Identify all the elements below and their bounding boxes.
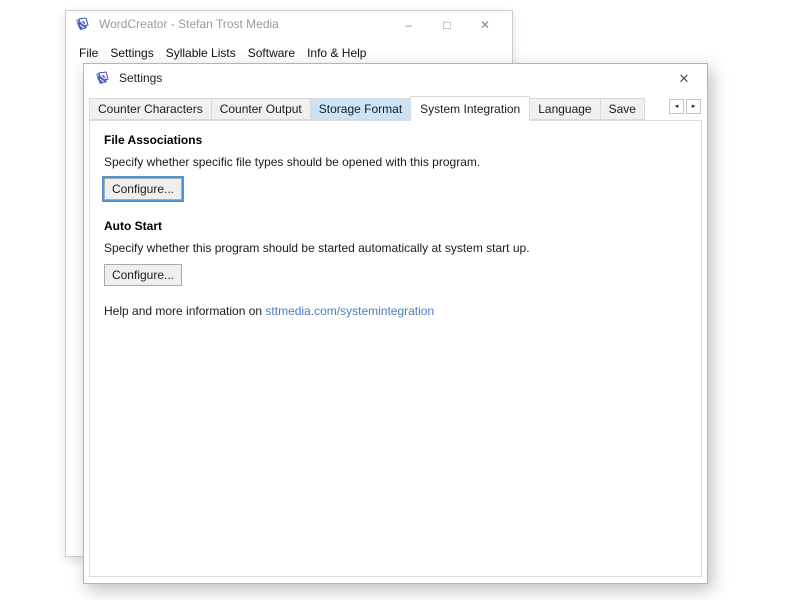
menu-item-software[interactable]: Software [242, 43, 301, 63]
app-titlebar: WordCreator - Stefan Trost Media – □ ✕ [66, 11, 512, 37]
settings-titlebar: Settings ✕ [84, 64, 707, 92]
tab-save[interactable]: Save [599, 98, 645, 120]
settings-tab-strip: Counter Characters Counter Output Storag… [84, 94, 707, 121]
file-associations-description: Specify whether specific file types shou… [104, 155, 481, 169]
menu-item-settings[interactable]: Settings [104, 43, 159, 63]
wordcreator-app-icon [76, 16, 89, 30]
settings-dialog-title: Settings [119, 71, 163, 85]
menu-item-syllable-lists[interactable]: Syllable Lists [160, 43, 242, 63]
tab-language[interactable]: Language [529, 98, 601, 120]
system-integration-panel: File Associations Specify whether specif… [89, 120, 702, 577]
help-line: Help and more information on sttmedia.co… [104, 304, 687, 318]
auto-start-heading: Auto Start [104, 219, 162, 233]
auto-start-configure-button[interactable]: Configure... [104, 264, 182, 286]
file-associations-heading: File Associations [104, 133, 203, 147]
menu-item-info-help[interactable]: Info & Help [301, 43, 372, 63]
settings-dialog-icon [96, 70, 109, 84]
file-associations-configure-button[interactable]: Configure... [102, 176, 184, 202]
menu-item-file[interactable]: File [73, 43, 104, 63]
window-controls: – □ ✕ [390, 15, 504, 35]
tab-counter-output[interactable]: Counter Output [210, 98, 311, 120]
close-icon[interactable]: ✕ [466, 15, 504, 35]
auto-start-description: Specify whether this program should be s… [104, 241, 530, 255]
minimize-icon[interactable]: – [390, 15, 428, 35]
tab-scroll-buttons: ◂ ▸ [667, 99, 701, 114]
app-window-title: WordCreator - Stefan Trost Media [99, 17, 279, 31]
settings-dialog: Settings ✕ Counter Characters Counter Ou… [83, 63, 708, 584]
tab-counter-characters[interactable]: Counter Characters [89, 98, 212, 120]
help-link[interactable]: sttmedia.com/systemintegration [265, 304, 434, 318]
help-text: Help and more information on [104, 304, 266, 318]
tab-system-integration[interactable]: System Integration [410, 96, 531, 121]
tab-scroll-left-icon[interactable]: ◂ [669, 99, 684, 114]
menu-bar: File Settings Syllable Lists Software In… [66, 43, 512, 63]
maximize-icon[interactable]: □ [428, 15, 466, 35]
tab-storage-format[interactable]: Storage Format [309, 98, 412, 120]
tab-scroll-right-icon[interactable]: ▸ [686, 99, 701, 114]
dialog-close-icon[interactable]: ✕ [675, 70, 693, 88]
